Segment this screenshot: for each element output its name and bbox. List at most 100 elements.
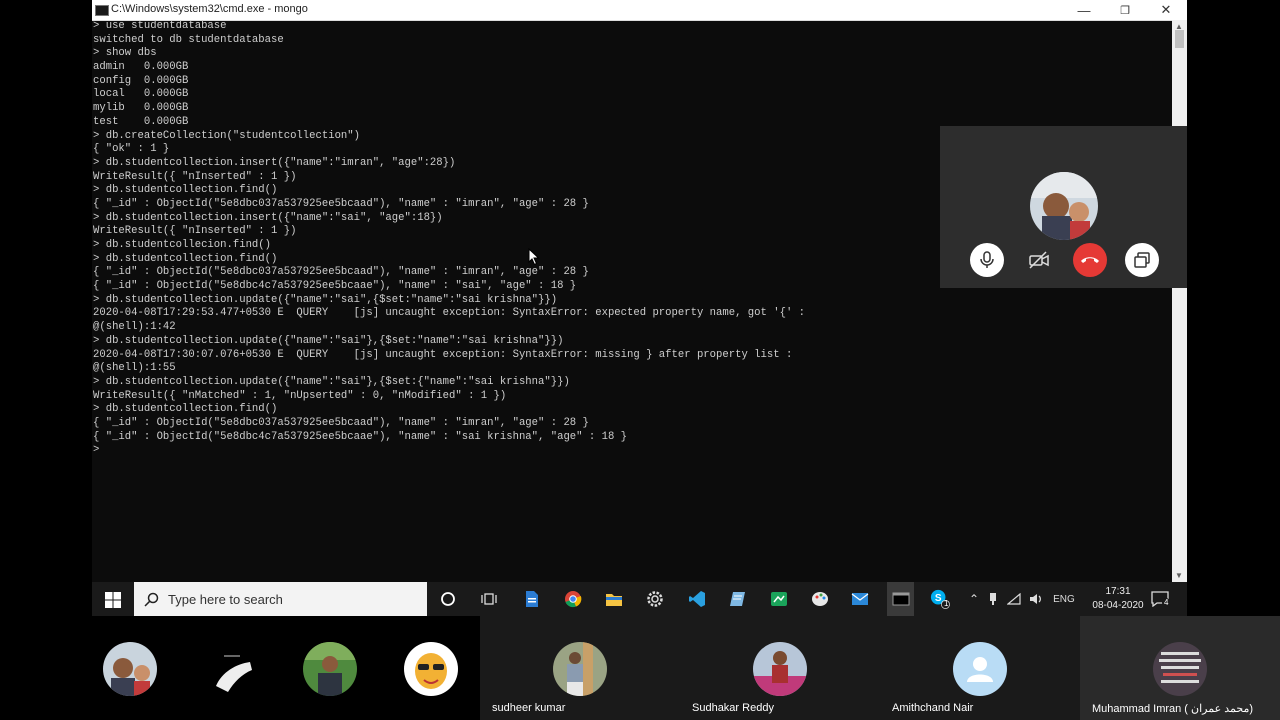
participant-avatar-2[interactable] — [206, 642, 260, 696]
chrome-icon — [565, 591, 582, 608]
volume-icon[interactable] — [1029, 593, 1043, 605]
share-screen-icon — [1134, 252, 1150, 268]
participant-avatar-4[interactable] — [404, 642, 458, 696]
hang-up-icon — [1081, 257, 1099, 263]
console-line: { "_id" : ObjectId("5e8dbc4c7a537925ee5b… — [93, 430, 628, 443]
task-view-icon — [481, 593, 497, 605]
participant-name: sudheer kumar — [492, 702, 566, 714]
share-screen-button[interactable] — [1125, 243, 1159, 277]
tray-chevron-up-icon[interactable]: ⌃ — [969, 592, 979, 606]
close-button[interactable]: ✕ — [1146, 0, 1186, 20]
windows-taskbar[interactable]: Type here to search S 1 ⌃ ENG 17:31 08-0… — [92, 582, 1187, 616]
mute-button[interactable] — [970, 243, 1004, 277]
gear-icon — [647, 591, 663, 607]
participant-tile-sudheer[interactable]: sudheer kumar — [480, 616, 680, 720]
taskbar-app-paint[interactable] — [810, 589, 830, 609]
console-line: switched to db studentdatabase — [93, 33, 284, 46]
console-line: @(shell):1:42 — [93, 321, 176, 334]
participant-avatar-muhammad — [1153, 642, 1207, 696]
folder-icon — [606, 594, 622, 606]
taskbar-app-settings[interactable] — [645, 589, 665, 609]
taskbar-app-document[interactable] — [522, 589, 542, 609]
participant-name: Sudhakar Reddy — [692, 702, 774, 714]
console-line: 2020-04-08T17:30:07.076+0530 E QUERY [js… — [93, 348, 793, 361]
document-icon — [526, 591, 538, 607]
participant-tile-amithchand[interactable]: Amithchand Nair — [880, 616, 1080, 720]
participant-tile-muhammad[interactable]: Muhammad Imran ( محمد عمران) — [1080, 616, 1280, 720]
console-scrollbar[interactable]: ▲ ▼ — [1172, 20, 1187, 582]
maximize-button[interactable]: ❐ — [1105, 0, 1145, 20]
console-line: > — [93, 444, 100, 457]
windows-logo-icon — [105, 592, 121, 608]
participant-avatar-amithchand — [953, 642, 1007, 696]
search-placeholder: Type here to search — [168, 592, 283, 607]
scrollbar-thumb[interactable] — [1175, 30, 1184, 48]
console-line: mylib 0.000GB — [93, 102, 189, 115]
cmd-window[interactable]: C:\Windows\system32\cmd.exe - mongo — ❐ … — [92, 0, 1187, 582]
console-line: > db.studentcollection.update({"name":"s… — [93, 293, 558, 306]
window-title: C:\Windows\system32\cmd.exe - mongo — [111, 3, 308, 15]
taskbar-app-skype[interactable]: S 1 — [930, 589, 950, 609]
title-bar[interactable]: C:\Windows\system32\cmd.exe - mongo — ❐ … — [92, 0, 1187, 21]
action-center-button[interactable]: 4 — [1150, 589, 1171, 609]
default-user-icon — [967, 657, 993, 682]
notification-count-badge: 4 — [1162, 598, 1171, 607]
search-icon — [144, 592, 159, 607]
end-call-button[interactable] — [1073, 243, 1107, 277]
taskbar-app-visual-studio[interactable] — [687, 589, 707, 609]
start-button[interactable] — [103, 590, 123, 610]
participant-name: Muhammad Imran ( محمد عمران) — [1092, 703, 1254, 715]
cortana-button[interactable] — [438, 589, 458, 609]
system-tray[interactable]: ⌃ ENG — [967, 582, 1075, 616]
console-line: local 0.000GB — [93, 88, 189, 101]
task-view-button[interactable] — [479, 589, 499, 609]
console-line: > show dbs — [93, 47, 157, 60]
clock-date: 08-04-2020 — [1092, 600, 1144, 611]
minimize-button[interactable]: — — [1064, 0, 1104, 20]
terminal-icon — [892, 592, 909, 606]
paint-palette-icon — [812, 592, 828, 606]
console-line: WriteResult({ "nMatched" : 1, "nUpserted… — [93, 389, 507, 402]
participant-tile-sudhakar[interactable]: Sudhakar Reddy — [680, 616, 880, 720]
call-control-panel[interactable] — [940, 126, 1187, 288]
console-output[interactable]: > use studentdatabase switched to db stud… — [92, 20, 1173, 582]
usb-icon[interactable] — [989, 592, 997, 606]
video-toggle-button[interactable] — [1022, 243, 1056, 277]
notepad-icon — [730, 592, 745, 606]
mail-icon — [851, 593, 869, 605]
caller-avatar — [1030, 172, 1098, 240]
participant-avatar-1[interactable] — [103, 642, 157, 696]
skype-badge: 1 — [944, 599, 949, 608]
console-line: 2020-04-08T17:29:53.477+0530 E QUERY [js… — [93, 307, 806, 320]
console-line: config 0.000GB — [93, 74, 189, 87]
participant-avatar-sudheer — [553, 642, 607, 696]
visual-studio-icon — [689, 591, 705, 607]
language-indicator[interactable]: ENG — [1053, 594, 1075, 605]
participant-avatar-3[interactable] — [303, 642, 357, 696]
cortana-circle-icon — [441, 592, 455, 606]
scroll-down-icon[interactable]: ▼ — [1175, 571, 1183, 580]
console-line: > db.studentcollection.update({"name":"s… — [93, 334, 564, 347]
taskbar-app-mail[interactable] — [850, 589, 870, 609]
taskbar-app-notes[interactable] — [728, 589, 748, 609]
participant-name: Amithchand Nair — [892, 702, 974, 714]
participant-avatar-sudhakar — [753, 642, 807, 696]
wifi-icon[interactable] — [1007, 593, 1021, 605]
taskbar-search-box[interactable]: Type here to search — [134, 582, 427, 616]
mouse-pointer-icon — [528, 248, 540, 266]
console-line: > use studentdatabase — [93, 20, 227, 32]
taskbar-app-cmd[interactable] — [887, 582, 914, 616]
taskbar-app-chrome[interactable] — [563, 589, 583, 609]
participant-strip: sudheer kumar Sudhakar Reddy Amithchand … — [0, 616, 1280, 720]
console-line: admin 0.000GB — [93, 61, 189, 74]
clock[interactable]: 17:31 08-04-2020 — [1088, 585, 1148, 613]
cmd-app-icon — [95, 5, 109, 16]
console-line: @(shell):1:55 — [93, 362, 176, 375]
svg-text:S: S — [935, 593, 942, 604]
clock-time: 17:31 — [1105, 586, 1131, 597]
app-window-icon — [771, 592, 787, 606]
taskbar-app-file-explorer[interactable] — [604, 589, 624, 609]
taskbar-app-green[interactable] — [769, 589, 789, 609]
console-line: > db.studentcollection.find() — [93, 403, 278, 416]
video-off-icon — [1029, 251, 1049, 269]
